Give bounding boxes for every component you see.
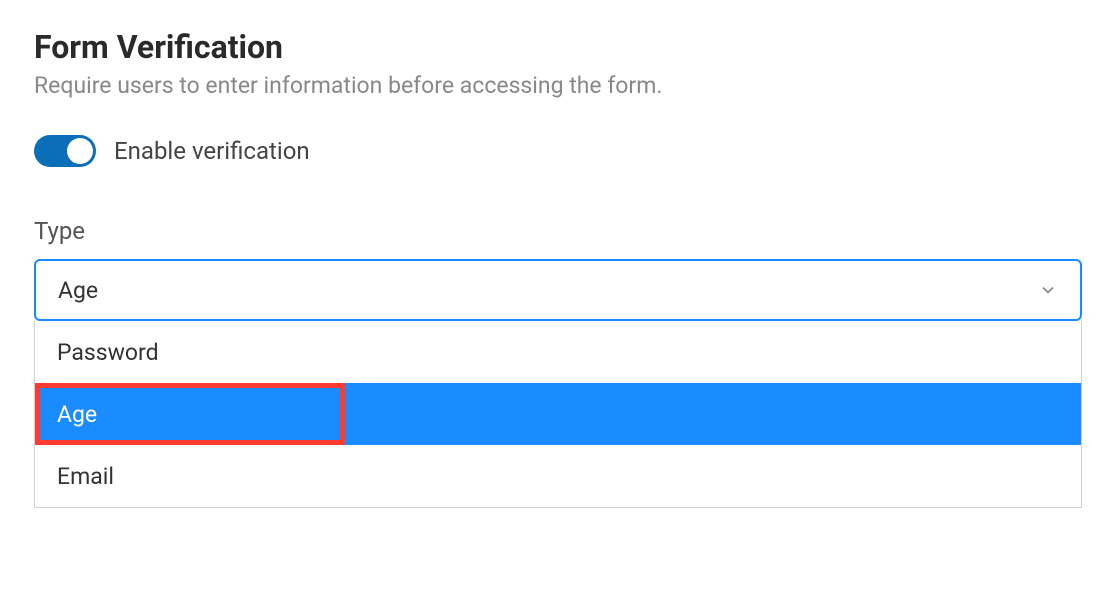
page-subtitle: Require users to enter information befor…	[34, 72, 1082, 99]
type-select-value: Age	[58, 277, 98, 304]
enable-verification-row: Enable verification	[34, 135, 1082, 167]
type-select[interactable]: Age	[34, 259, 1082, 321]
chevron-down-icon	[1038, 280, 1058, 300]
option-label: Email	[57, 463, 114, 490]
type-dropdown: Password Age Email	[34, 321, 1082, 508]
type-option-email[interactable]: Email	[35, 445, 1081, 507]
type-option-age[interactable]: Age	[35, 383, 1081, 445]
type-field-label: Type	[34, 217, 1082, 245]
option-label: Age	[57, 401, 97, 428]
type-option-password[interactable]: Password	[35, 321, 1081, 383]
enable-verification-label: Enable verification	[114, 137, 310, 165]
option-label: Password	[57, 339, 159, 366]
toggle-knob	[67, 138, 93, 164]
enable-verification-toggle[interactable]	[34, 135, 96, 167]
page-title: Form Verification	[34, 28, 1082, 66]
